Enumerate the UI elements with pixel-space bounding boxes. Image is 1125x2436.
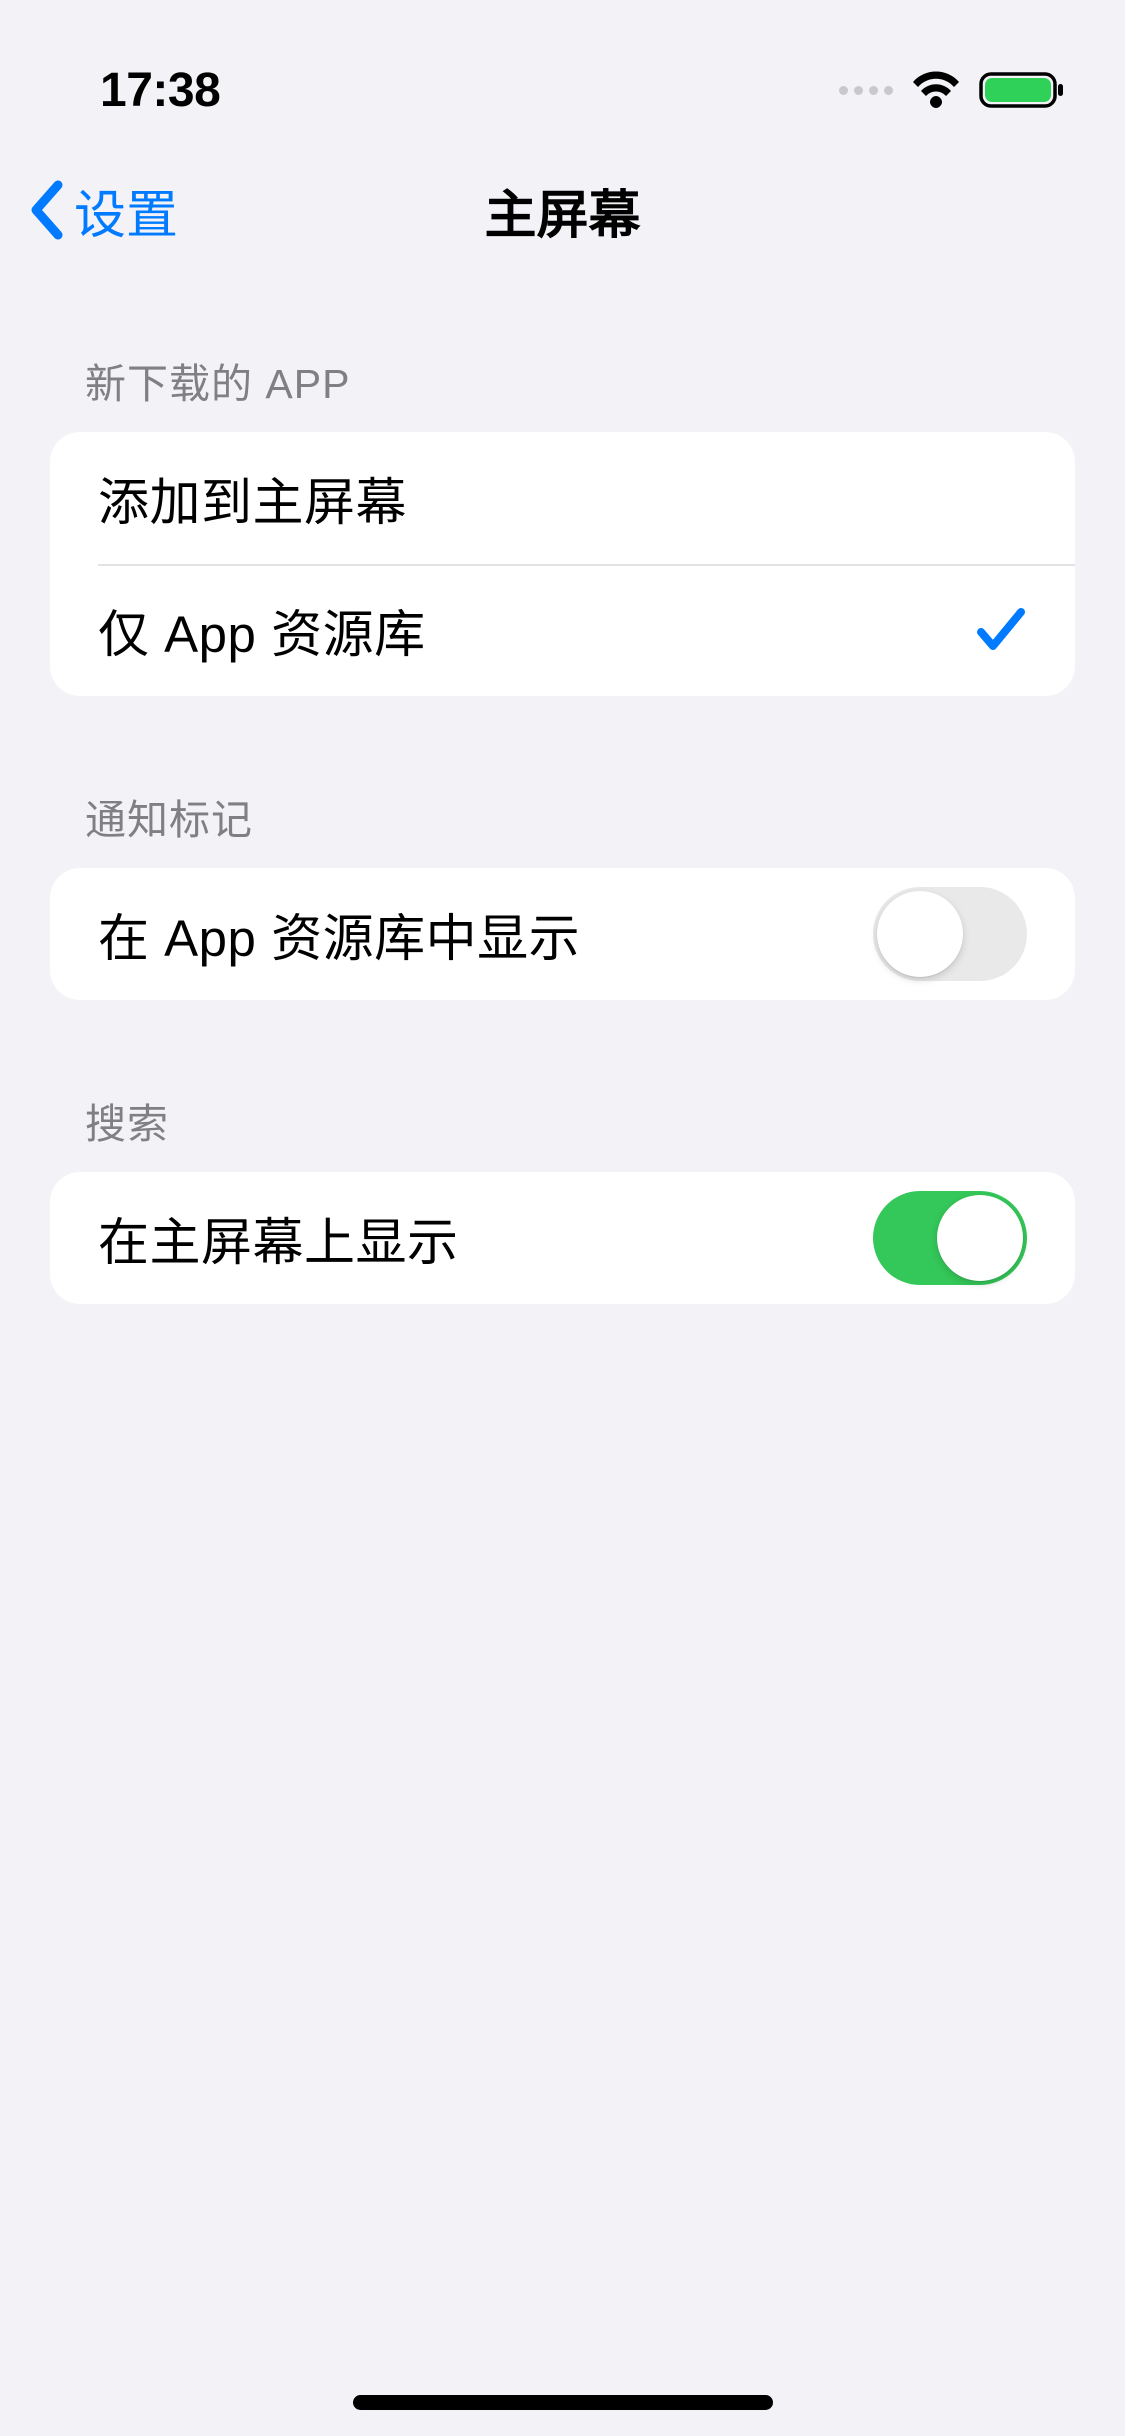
nav-bar: 设置 主屏幕 <box>0 140 1125 280</box>
group-header: 搜索 <box>50 1090 1075 1172</box>
group-notification-badges: 通知标记 在 App 资源库中显示 <box>50 786 1075 1000</box>
switch-knob <box>937 1195 1023 1281</box>
battery-icon <box>979 70 1065 110</box>
status-time: 17:38 <box>100 63 220 118</box>
row-show-in-app-library: 在 App 资源库中显示 <box>50 868 1075 1000</box>
chevron-left-icon <box>28 179 66 241</box>
row-label: 添加到主屏幕 <box>98 461 407 535</box>
group-header: 通知标记 <box>50 786 1075 868</box>
option-app-library-only[interactable]: 仅 App 资源库 <box>50 564 1075 696</box>
card: 在主屏幕上显示 <box>50 1172 1075 1304</box>
page-title: 主屏幕 <box>484 173 640 248</box>
wifi-icon <box>911 71 961 109</box>
row-label: 在主屏幕上显示 <box>98 1201 459 1275</box>
switch-knob <box>877 891 963 977</box>
group-header: 新下载的 APP <box>50 350 1075 432</box>
row-label: 仅 App 资源库 <box>98 593 426 667</box>
home-indicator[interactable] <box>353 2395 773 2410</box>
option-add-to-home[interactable]: 添加到主屏幕 <box>50 432 1075 564</box>
cellular-dots-icon <box>839 86 893 95</box>
back-label: 设置 <box>74 173 178 248</box>
checkmark-icon <box>975 606 1027 654</box>
row-show-on-home: 在主屏幕上显示 <box>50 1172 1075 1304</box>
row-label: 在 App 资源库中显示 <box>98 897 580 971</box>
group-new-downloads: 新下载的 APP 添加到主屏幕 仅 App 资源库 <box>50 350 1075 696</box>
card: 在 App 资源库中显示 <box>50 868 1075 1000</box>
status-bar: 17:38 <box>0 0 1125 140</box>
content: 新下载的 APP 添加到主屏幕 仅 App 资源库 通知标记 在 App 资源库… <box>0 350 1125 1304</box>
toggle-show-on-home[interactable] <box>873 1191 1027 1285</box>
card: 添加到主屏幕 仅 App 资源库 <box>50 432 1075 696</box>
toggle-show-in-app-library[interactable] <box>873 887 1027 981</box>
back-button[interactable]: 设置 <box>28 173 178 248</box>
group-search: 搜索 在主屏幕上显示 <box>50 1090 1075 1304</box>
status-right <box>839 70 1065 110</box>
